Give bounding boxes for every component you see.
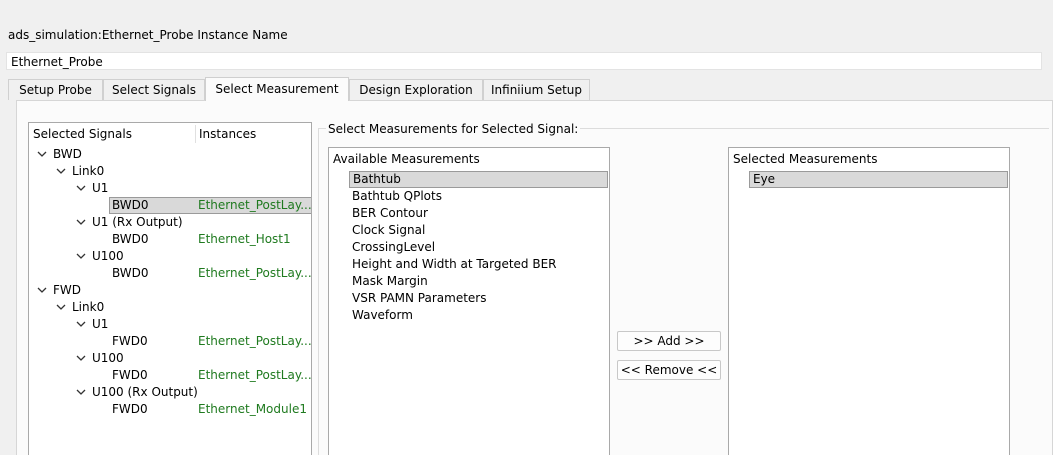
signal-name: FWD0	[112, 334, 148, 348]
available-measurement-item[interactable]: VSR PAMN Parameters	[349, 290, 608, 307]
available-measurement-item[interactable]: BER Contour	[349, 205, 608, 222]
available-measurement-item[interactable]: Mask Margin	[349, 273, 608, 290]
signal-name: FWD0	[112, 402, 148, 416]
tree-row[interactable]: BWD0 Ethernet_PostLay...	[29, 197, 312, 214]
selected-measurements-header: Selected Measurements	[733, 152, 878, 166]
signal-name: FWD	[53, 283, 82, 297]
tree-row[interactable]: Link0	[29, 163, 311, 180]
available-measurements-header: Available Measurements	[333, 152, 480, 166]
tree-row[interactable]: U100	[29, 350, 311, 367]
tree-row[interactable]: FWD0 Ethernet_PostLay...	[29, 367, 312, 384]
tab-select-signals[interactable]: Select Signals	[103, 79, 205, 100]
tree-row[interactable]: FWD	[29, 282, 311, 299]
column-header-signals[interactable]: Selected Signals	[33, 127, 132, 141]
tree-row[interactable]: U1	[29, 316, 311, 333]
tree-row[interactable]: U1	[29, 180, 311, 197]
expand-chevron-icon[interactable]	[37, 285, 47, 295]
selected-measurements-list[interactable]: Selected Measurements Eye	[728, 147, 1010, 455]
add-button[interactable]: >> Add >>	[617, 331, 721, 351]
signal-name: U100	[92, 249, 124, 263]
signal-name: Link0	[72, 164, 105, 178]
available-measurement-item[interactable]: CrossingLevel	[349, 239, 608, 256]
expand-chevron-icon[interactable]	[76, 251, 86, 261]
expand-chevron-icon[interactable]	[76, 353, 86, 363]
tree-row[interactable]: FWD0 Ethernet_PostLay...	[29, 333, 312, 350]
signals-tree[interactable]: Selected Signals Instances BWD Link0 U1 BWD…	[28, 122, 312, 455]
tree-row[interactable]: U1 (Rx Output)	[29, 214, 311, 231]
available-measurement-item[interactable]: Bathtub	[349, 171, 608, 188]
signal-name: Link0	[72, 300, 105, 314]
tab-design-exploration[interactable]: Design Exploration	[349, 79, 483, 100]
column-divider	[195, 125, 196, 143]
expand-chevron-icon[interactable]	[56, 302, 66, 312]
available-measurement-item[interactable]: Waveform	[349, 307, 608, 324]
expand-chevron-icon[interactable]	[56, 166, 66, 176]
instance-name-label: ads_simulation:Ethernet_Probe Instance N…	[8, 28, 288, 42]
tree-row[interactable]: BWD0 Ethernet_PostLay...	[29, 265, 312, 282]
tab-setup-probe[interactable]: Setup Probe	[8, 79, 103, 100]
signal-name: BWD0	[112, 266, 149, 280]
signal-name: FWD0	[112, 368, 148, 382]
tree-row[interactable]: BWD	[29, 146, 311, 163]
instance-name: Ethernet_PostLay...	[198, 198, 312, 212]
tree-row[interactable]: BWD0 Ethernet_Host1	[29, 231, 311, 248]
tab-select-measurement[interactable]: Select Measurement	[205, 77, 349, 101]
expand-chevron-icon[interactable]	[76, 183, 86, 193]
available-measurement-item[interactable]: Bathtub QPlots	[349, 188, 608, 205]
signal-name: U1	[92, 181, 109, 195]
signal-name: U1	[92, 317, 109, 331]
tree-row[interactable]: FWD0 Ethernet_Module1	[29, 401, 311, 418]
signal-name: BWD0	[112, 198, 149, 212]
tree-row[interactable]: U100 (Rx Output)	[29, 384, 311, 401]
tab-infiniium-setup[interactable]: Infiniium Setup	[483, 79, 590, 100]
instance-name: Ethernet_PostLay...	[198, 368, 312, 382]
tree-row[interactable]: Link0	[29, 299, 311, 316]
expand-chevron-icon[interactable]	[37, 149, 47, 159]
signal-name: U100 (Rx Output)	[92, 385, 198, 399]
tree-row[interactable]: U100	[29, 248, 311, 265]
instance-name-input[interactable]: Ethernet_Probe	[6, 52, 1042, 70]
selected-measurement-item[interactable]: Eye	[749, 171, 1008, 188]
expand-chevron-icon[interactable]	[76, 217, 86, 227]
expand-chevron-icon[interactable]	[76, 387, 86, 397]
column-header-instances[interactable]: Instances	[199, 127, 256, 141]
signal-name: U1 (Rx Output)	[92, 215, 183, 229]
measurements-group-title: Select Measurements for Selected Signal:	[326, 122, 581, 136]
instance-name: Ethernet_Host1	[198, 232, 291, 246]
available-measurements-list[interactable]: Available Measurements Bathtub Bathtub QP…	[328, 147, 610, 455]
available-measurement-item[interactable]: Clock Signal	[349, 222, 608, 239]
expand-chevron-icon[interactable]	[76, 319, 86, 329]
signal-name: BWD	[53, 147, 82, 161]
signal-name: BWD0	[112, 232, 149, 246]
available-measurement-item[interactable]: Height and Width at Targeted BER	[349, 256, 608, 273]
instance-name: Ethernet_PostLay...	[198, 334, 312, 348]
signal-name: U100	[92, 351, 124, 365]
instance-name: Ethernet_PostLay...	[198, 266, 312, 280]
remove-button[interactable]: << Remove <<	[617, 360, 721, 380]
instance-name: Ethernet_Module1	[198, 402, 307, 416]
